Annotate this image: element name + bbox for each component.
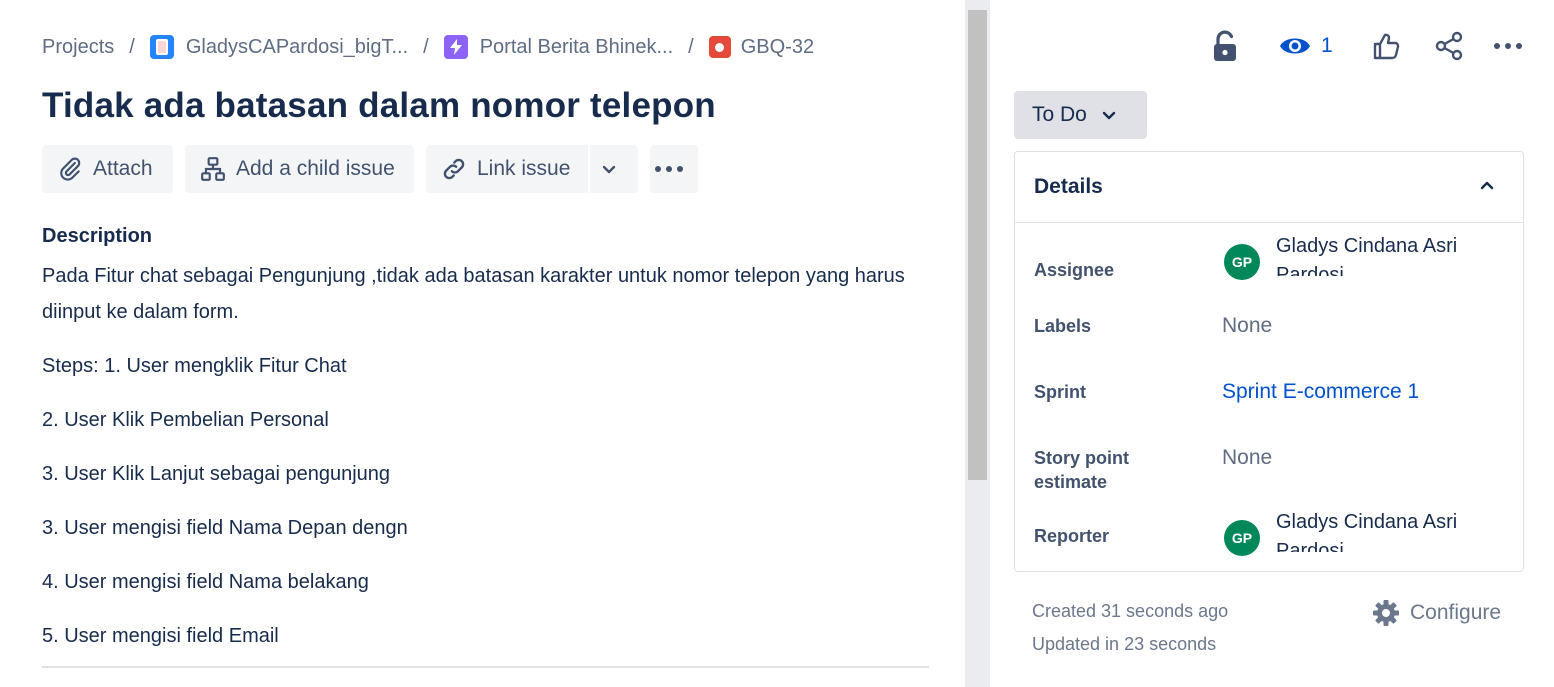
avatar: GP [1224,244,1260,280]
status-label: To Do [1032,103,1087,126]
issue-actions: 1 [990,28,1554,64]
description-paragraph: Pada Fitur chat sebagai Pengunjung ,tida… [42,265,905,323]
configure-label: Configure [1410,601,1502,624]
vote-button[interactable] [1372,28,1400,64]
sprint-row: Sprint Sprint E-commerce 1 [1034,378,1504,418]
labels-row: Labels None [1034,312,1504,352]
details-panel: Details Assignee GP Gladys Cindana Asri … [1014,151,1524,572]
story-point-row: Story point estimate None [1034,444,1504,494]
created-timestamp: Created 31 seconds ago [1032,601,1229,621]
breadcrumb-separator: / [129,35,135,58]
story-point-label: Story point estimate [1034,448,1129,492]
description-paragraph: 5. User mengisi field Email [42,625,279,647]
status-dropdown[interactable]: To Do [1014,91,1147,139]
more-options-button[interactable] [1493,28,1523,64]
details-header[interactable]: Details [1015,152,1523,223]
assignee-field[interactable]: GP Gladys Cindana Asri Pardosi [1224,232,1496,280]
section-divider [42,666,929,668]
breadcrumb-separator: / [423,35,429,58]
description-paragraph: 3. User Klik Lanjut sebagai pengunjung [42,463,391,485]
breadcrumb-issue[interactable]: GBQ-32 [708,35,815,59]
more-actions-button[interactable] [650,145,698,193]
description-body[interactable]: Pada Fitur chat sebagai Pengunjung ,tida… [42,258,922,672]
chevron-down-icon [1102,111,1116,120]
reporter-row: Reporter GP Gladys Cindana Asri Pardosi [1034,511,1504,564]
story-point-value[interactable]: None [1222,446,1272,470]
breadcrumb-project[interactable]: GladysCAPardosi_bigT... [149,35,409,59]
description-paragraph: 4. User mengisi field Nama belakang [42,571,369,593]
eye-icon [1280,38,1310,54]
labels-value[interactable]: None [1222,314,1272,338]
updated-timestamp: Updated in 23 seconds [1032,634,1217,654]
thumbs-up-icon [1373,33,1400,60]
description-paragraph: Steps: 1. User mengklik Fitur Chat [42,355,347,377]
breadcrumb-project-label: GladysCAPardosi_bigT... [185,35,409,58]
add-child-label: Add a child issue [236,157,395,180]
reporter-field[interactable]: GP Gladys Cindana Asri Pardosi [1224,508,1496,556]
issue-main-panel: Projects / GladysCAPardosi_bigT... / Por… [0,0,965,687]
gear-icon [1373,600,1399,626]
breadcrumb-board-label: Portal Berita Bhinek... [479,35,674,58]
more-icon [1494,43,1522,49]
share-icon [1435,31,1463,61]
breadcrumb-separator: / [688,35,694,58]
breadcrumb-projects[interactable]: Projects [42,36,114,59]
reporter-name: Gladys Cindana Asri Pardosi [1276,511,1458,552]
avatar: GP [1224,520,1260,556]
lightning-icon [443,35,468,59]
assignee-label: Assignee [1034,260,1115,280]
breadcrumb: Projects / GladysCAPardosi_bigT... / Por… [42,33,814,61]
attach-button[interactable]: Attach [42,145,173,193]
chevron-up-icon [1480,181,1494,190]
reporter-label: Reporter [1034,526,1110,546]
link-icon [443,158,465,180]
issue-sidebar: 1 To Do Details Assignee GP Gladys Cinda… [990,0,1554,687]
paperclip-icon [60,157,81,181]
issue-toolbar: Attach Add a child issue Link issue [42,145,698,193]
sprint-label: Sprint [1034,382,1086,402]
share-button[interactable] [1434,28,1464,64]
breadcrumb-issue-key: GBQ-32 [740,35,815,58]
description-paragraph: 2. User Klik Pembelian Personal [42,409,329,431]
assignee-name: Gladys Cindana Asri Pardosi [1276,235,1458,276]
sprint-link[interactable]: Sprint E-commerce 1 [1222,380,1419,404]
more-icon [655,166,683,172]
description-label: Description [42,225,153,247]
assignee-row: Assignee GP Gladys Cindana Asri Pardosi [1034,235,1504,298]
link-issue-dropdown-button[interactable] [590,145,638,193]
lock-icon [1214,30,1236,61]
details-title: Details [1034,175,1103,198]
issue-title[interactable]: Tidak ada batasan dalam nomor telepon [42,86,716,126]
attach-label: Attach [93,157,153,180]
breadcrumb-board[interactable]: Portal Berita Bhinek... [443,35,674,59]
restrict-button[interactable] [1212,28,1238,64]
project-icon [149,35,174,59]
configure-button[interactable]: Configure [1372,599,1501,627]
watch-button[interactable]: 1 [1279,28,1333,64]
chevron-down-icon [602,165,616,174]
add-child-issue-button[interactable]: Add a child issue [185,145,414,193]
labels-label: Labels [1034,316,1092,336]
link-issue-label: Link issue [477,157,571,180]
hierarchy-icon [201,157,225,181]
description-paragraph: 3. User mengisi field Nama Depan dengn [42,517,408,539]
watch-count: 1 [1321,34,1333,57]
link-issue-button[interactable]: Link issue [426,145,588,193]
bug-icon [708,36,731,58]
scrollbar-thumb[interactable] [968,10,987,480]
